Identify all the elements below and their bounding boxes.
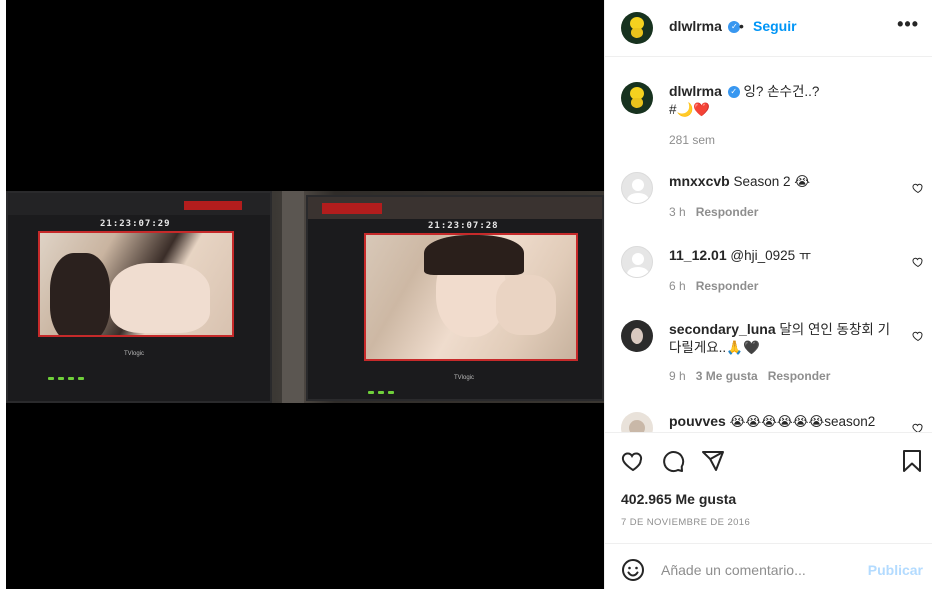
comment-item: 11_12.01 @hji_0925 ㅠ 6 h Responder <box>669 246 899 293</box>
commenter-avatar[interactable] <box>621 412 653 432</box>
post-caption: dlwlrma ✓ 잉? 손수건..? #🌙❤️ 281 sem <box>669 82 909 147</box>
publish-button[interactable]: Publicar <box>868 562 923 578</box>
comment-body: secondary_luna 달의 연인 동창회 기다릴게요..🙏🖤 <box>669 320 901 357</box>
comment-icon[interactable] <box>661 449 685 473</box>
hands-shape <box>110 263 210 333</box>
monitor-leds <box>368 381 398 399</box>
share-icon[interactable] <box>701 449 725 473</box>
comment-meta: 3 h Responder <box>669 205 899 219</box>
monitor-tag <box>322 203 382 214</box>
comment-username[interactable]: mnxxcvb <box>669 173 730 189</box>
comment-text: 😭😭😭😭😭😭season2 <box>729 414 876 429</box>
avatar-head <box>632 179 644 191</box>
avatar-face <box>631 328 643 344</box>
comment-username[interactable]: secondary_luna <box>669 321 776 337</box>
caption-text: 잉? 손수건..? <box>743 84 820 99</box>
post-media[interactable]: 21:23:07:29 TVlogic 21:23:07:28 TVlogic <box>6 0 604 589</box>
post-header: dlwlrma ✓ • Seguir ••• <box>605 0 932 57</box>
commenter-avatar[interactable] <box>621 320 653 352</box>
comment-text: Season 2 😭 <box>733 174 811 189</box>
comment-time[interactable]: 6 h <box>669 279 686 293</box>
comments-list[interactable]: dlwlrma ✓ 잉? 손수건..? #🌙❤️ 281 sem mnxxcvb… <box>605 58 932 432</box>
comment-username[interactable]: pouvves <box>669 413 726 429</box>
avatar-shoulders <box>627 193 649 203</box>
emoji-icon[interactable] <box>621 558 645 582</box>
avatar-bird-body <box>631 98 643 108</box>
comment-item: pouvves 😭😭😭😭😭😭season2 <box>669 412 899 431</box>
monitor-right: 21:23:07:28 TVlogic <box>306 195 604 401</box>
commenter-avatar[interactable] <box>621 172 653 204</box>
monitor-left: 21:23:07:29 TVlogic <box>6 191 272 403</box>
comment-item: secondary_luna 달의 연인 동창회 기다릴게요..🙏🖤 9 h 3 … <box>669 320 901 383</box>
monitor-tag <box>184 201 242 210</box>
screen-right <box>364 233 578 361</box>
caption-line-2: #🌙❤️ <box>669 102 711 117</box>
header-separator: • <box>739 18 744 34</box>
like-count[interactable]: 402.965 Me gusta <box>621 491 736 507</box>
comment-body: mnxxcvb Season 2 😭 <box>669 172 899 191</box>
comment-input[interactable]: Añade un comentario... <box>661 562 806 578</box>
comment-username[interactable]: 11_12.01 <box>669 247 727 263</box>
post-sidebar: dlwlrma ✓ • Seguir ••• dlwlrma ✓ 잉? 손수건.… <box>604 0 932 589</box>
instagram-post-modal: 21:23:07:29 TVlogic 21:23:07:28 TVlogic … <box>0 0 932 589</box>
hand-shape <box>496 275 556 335</box>
comment-time[interactable]: 9 h <box>669 369 686 383</box>
timecode-left: 21:23:07:29 <box>100 219 171 229</box>
reply-button[interactable]: Responder <box>696 205 759 219</box>
more-options-icon[interactable]: ••• <box>897 14 919 35</box>
comment-item: mnxxcvb Season 2 😭 3 h Responder <box>669 172 899 219</box>
hair-shape <box>424 235 524 275</box>
hair-shape <box>50 253 110 335</box>
follow-button[interactable]: Seguir <box>753 18 797 34</box>
commenter-avatar[interactable] <box>621 246 653 278</box>
reply-button[interactable]: Responder <box>768 369 831 383</box>
screen-left <box>38 231 234 337</box>
author-avatar[interactable] <box>621 12 653 44</box>
comment-time[interactable]: 3 h <box>669 205 686 219</box>
post-photo: 21:23:07:29 TVlogic 21:23:07:28 TVlogic <box>6 191 604 403</box>
comment-text: @hji_0925 ㅠ <box>730 248 812 263</box>
small-heart-icon[interactable] <box>912 182 924 194</box>
author-name-row: dlwlrma ✓ <box>669 18 741 36</box>
small-heart-icon[interactable] <box>912 330 924 342</box>
comment-meta: 6 h Responder <box>669 279 899 293</box>
avatar-shoulders <box>627 267 649 277</box>
caption-username[interactable]: dlwlrma <box>669 83 722 99</box>
author-username[interactable]: dlwlrma <box>669 18 722 34</box>
timecode-right: 21:23:07:28 <box>428 221 499 231</box>
small-heart-icon[interactable] <box>912 422 924 432</box>
avatar-head <box>632 253 644 265</box>
add-comment-bar: Añade un comentario... Publicar <box>605 543 932 589</box>
small-heart-icon[interactable] <box>912 256 924 268</box>
post-actions: 402.965 Me gusta 7 DE NOVIEMBRE DE 2016 <box>605 432 932 543</box>
brand-right: TVlogic <box>454 375 475 381</box>
heart-icon[interactable] <box>621 449 645 473</box>
comment-meta: 9 h 3 Me gusta Responder <box>669 369 901 383</box>
monitor-stand <box>282 191 304 403</box>
caption-age[interactable]: 281 sem <box>669 133 909 147</box>
post-date[interactable]: 7 DE NOVIEMBRE DE 2016 <box>621 517 750 528</box>
reply-button[interactable]: Responder <box>696 279 759 293</box>
monitor-leds <box>48 367 88 385</box>
brand-left: TVlogic <box>124 351 145 357</box>
bookmark-icon[interactable] <box>901 449 923 473</box>
avatar-shape <box>629 420 645 432</box>
comment-likes[interactable]: 3 Me gusta <box>696 369 758 383</box>
verified-badge-icon: ✓ <box>727 86 740 99</box>
caption-line-1: dlwlrma ✓ 잉? 손수건..? <box>669 82 909 101</box>
comment-body: pouvves 😭😭😭😭😭😭season2 <box>669 412 899 431</box>
comment-body: 11_12.01 @hji_0925 ㅠ <box>669 246 899 265</box>
caption-avatar[interactable] <box>621 82 653 114</box>
avatar-bird-body <box>631 28 643 38</box>
